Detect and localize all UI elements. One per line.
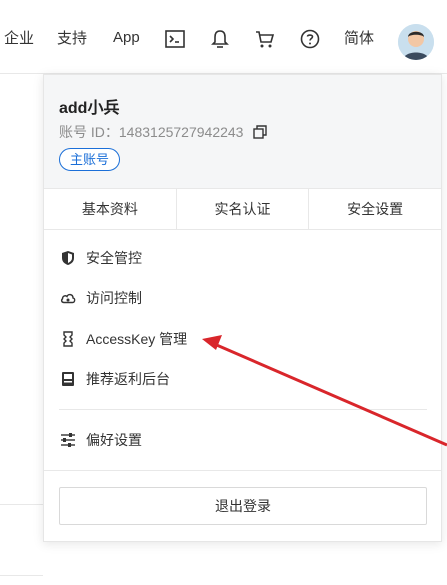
nav-link-enterprise[interactable]: 企业	[4, 0, 34, 74]
account-tabs: 基本资料 实名认证 安全设置	[44, 188, 441, 230]
tab-basic-info[interactable]: 基本资料	[44, 189, 176, 229]
avatar[interactable]	[398, 24, 434, 60]
cart-icon[interactable]	[254, 28, 276, 50]
terminal-icon[interactable]	[164, 28, 186, 50]
menu-item-accesskey-management[interactable]: AccessKey 管理	[60, 328, 187, 350]
background-divider	[0, 575, 43, 576]
footer-divider	[44, 470, 441, 471]
menu-divider	[59, 409, 427, 410]
background-divider	[0, 504, 43, 505]
username: add小兵	[59, 100, 120, 117]
cloud-icon	[60, 290, 76, 306]
key-icon	[60, 331, 76, 347]
language-switch[interactable]: 简体	[344, 0, 374, 74]
tab-security-settings[interactable]: 安全设置	[308, 189, 441, 229]
nav-link-app[interactable]: App	[113, 0, 140, 74]
menu-item-security-control[interactable]: 安全管控	[60, 247, 142, 269]
menu-item-referral-backend[interactable]: 推荐返利后台	[60, 368, 170, 390]
account-summary: add小兵 账号 ID： 1483125727942243 主账号	[44, 75, 441, 188]
referral-icon	[60, 371, 76, 387]
menu-item-access-control[interactable]: 访问控制	[60, 287, 142, 309]
tab-real-name-auth[interactable]: 实名认证	[175, 189, 309, 229]
bell-icon[interactable]	[209, 28, 231, 50]
account-type-badge: 主账号	[59, 148, 121, 171]
account-id: 账号 ID： 1483125727942243	[59, 122, 268, 142]
account-dropdown: add小兵 账号 ID： 1483125727942243 主账号 基本资料 实…	[43, 74, 442, 542]
top-navigation-bar: 企业 支持 App 简体	[0, 0, 447, 74]
shield-icon	[60, 250, 76, 266]
menu-item-preferences[interactable]: 偏好设置	[60, 429, 142, 451]
help-icon[interactable]	[299, 28, 321, 50]
copy-icon[interactable]	[253, 125, 268, 139]
sliders-icon	[60, 432, 76, 448]
logout-button[interactable]: 退出登录	[59, 487, 427, 525]
nav-link-support[interactable]: 支持	[57, 0, 87, 74]
